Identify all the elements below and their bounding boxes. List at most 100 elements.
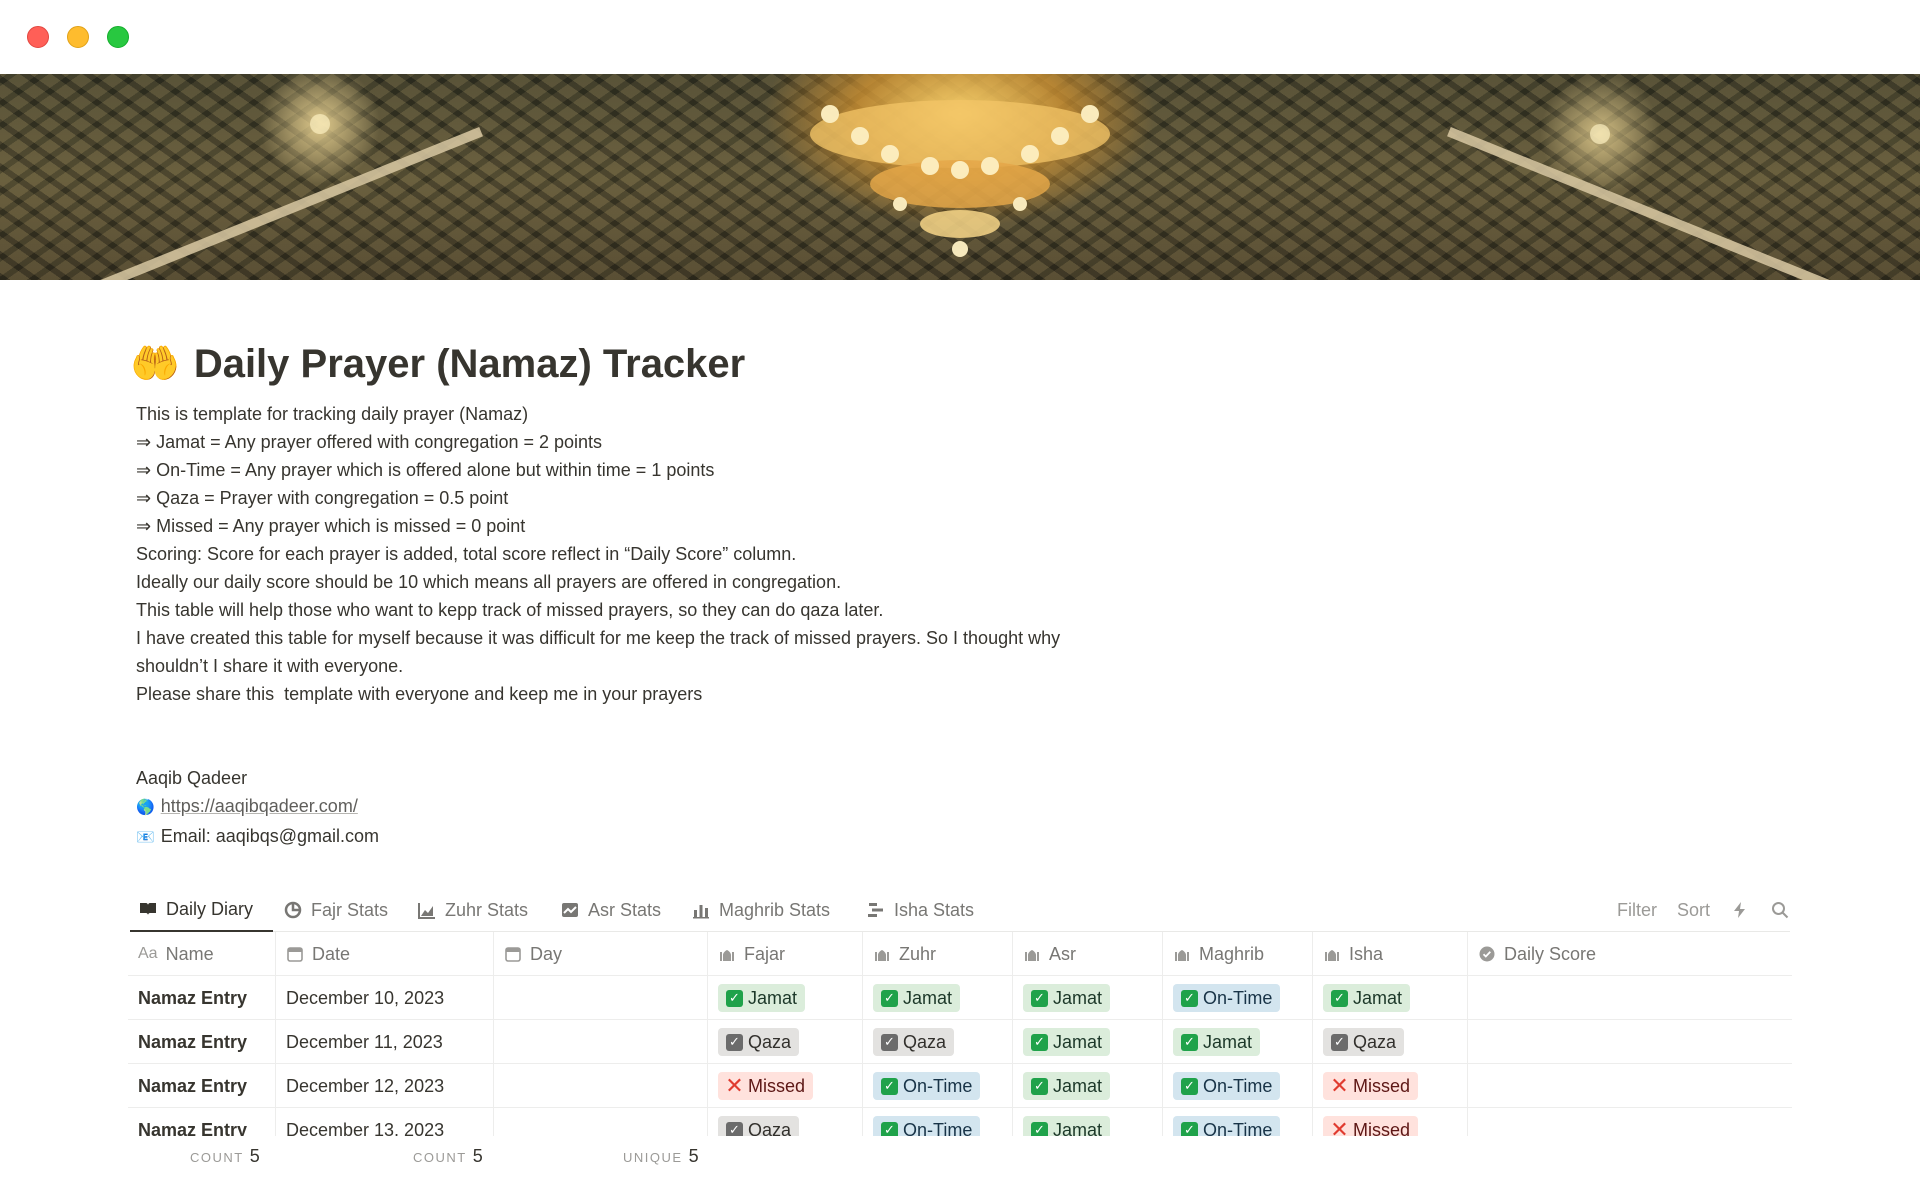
isha-cell[interactable]: ✓ Qaza [1313, 1020, 1468, 1064]
author-name: Aaqib Qadeer [136, 768, 248, 788]
status-tag-label: Jamat [1353, 987, 1403, 1008]
tab-label: Fajr Stats [311, 899, 389, 920]
table-header-row: Aa Name Date Day Fajar Zuhr Asr Maghrib [128, 932, 1792, 976]
status-tag-label: Missed [748, 1075, 806, 1096]
calc-label: COUNT [190, 1150, 244, 1165]
status-tag-label: On-Time [903, 1119, 973, 1137]
column-header-asr[interactable]: Asr [1013, 932, 1163, 976]
status-tag-label: Jamat [1053, 1075, 1103, 1096]
status-tag: ✓ On-Time [1173, 1116, 1281, 1136]
table-row[interactable]: Namaz Entry December 12, 2023 ✕ Missed ✓ On-T… [128, 1064, 1792, 1108]
column-header-maghrib[interactable]: Maghrib [1163, 932, 1313, 976]
status-tag-label: On-Time [903, 1075, 973, 1096]
status-tag: ✓ Jamat [873, 984, 961, 1012]
column-header-date[interactable]: Date [276, 932, 494, 976]
fajar-cell[interactable]: ✓ Qaza [708, 1020, 863, 1064]
tab-zuhr-stats[interactable]: Zuhr Stats [409, 888, 536, 932]
calendar-icon [287, 947, 303, 962]
database-view-tabs: Daily Diary Fajr Stats Zuhr Stats Asr St… [130, 888, 1790, 932]
day-cell[interactable] [494, 1108, 708, 1136]
day-cell[interactable] [494, 1064, 708, 1108]
asr-cell[interactable]: ✓ Jamat [1013, 1020, 1163, 1064]
tab-fajr-stats[interactable]: Fajr Stats [275, 888, 396, 932]
automation-button[interactable] [1730, 900, 1750, 920]
zuhr-cell[interactable]: ✓ Qaza [863, 1020, 1013, 1064]
calc-day-unique[interactable]: UNIQUE 5 [623, 1146, 699, 1170]
mosque-icon [1175, 950, 1189, 961]
status-tag: ✓ On-Time [1173, 984, 1281, 1012]
name-cell[interactable]: Namaz Entry [128, 1064, 276, 1108]
minimize-window-button[interactable] [67, 26, 89, 48]
tab-maghrib-stats[interactable]: Maghrib Stats [683, 888, 838, 932]
column-header-fajar[interactable]: Fajar [708, 932, 863, 976]
tab-asr-stats[interactable]: Asr Stats [552, 888, 669, 932]
fajar-cell[interactable]: ✓ Jamat [708, 976, 863, 1020]
date-cell[interactable]: December 13, 2023 [276, 1108, 494, 1136]
table-row[interactable]: Namaz Entry December 10, 2023 ✓ Jamat ✓ Jamat… [128, 976, 1792, 1020]
table-row[interactable]: Namaz Entry December 13, 2023 ✓ Qaza ✓ On-Tim… [128, 1108, 1792, 1136]
tab-label: Maghrib Stats [719, 899, 831, 920]
day-cell[interactable] [494, 1020, 708, 1064]
maghrib-cell[interactable]: ✓ On-Time [1163, 1064, 1313, 1108]
status-tag: ✓ Jamat [1023, 1028, 1111, 1056]
status-tag: ✕ Missed [718, 1072, 814, 1100]
asr-cell[interactable]: ✓ Jamat [1013, 1108, 1163, 1136]
daily-score-cell[interactable] [1468, 1108, 1792, 1136]
table-row[interactable]: Namaz Entry December 11, 2023 ✓ Qaza ✓ Qaza ✓ J… [128, 1020, 1792, 1064]
close-window-button[interactable] [27, 26, 49, 48]
status-tag-label: Jamat [903, 987, 953, 1008]
daily-score-cell[interactable] [1468, 1020, 1792, 1064]
isha-cell[interactable]: ✕ Missed [1313, 1108, 1468, 1136]
column-header-daily-score[interactable]: Daily Score [1468, 932, 1792, 976]
isha-cell[interactable]: ✕ Missed [1313, 1064, 1468, 1108]
check-box-icon: ✓ [1031, 1121, 1048, 1136]
search-button[interactable] [1770, 900, 1790, 920]
calc-name-count[interactable]: COUNT 5 [190, 1146, 260, 1170]
column-header-isha[interactable]: Isha [1313, 932, 1468, 976]
zuhr-cell[interactable]: ✓ Jamat [863, 976, 1013, 1020]
date-cell[interactable]: December 12, 2023 [276, 1064, 494, 1108]
zuhr-cell[interactable]: ✓ On-Time [863, 1064, 1013, 1108]
maghrib-cell[interactable]: ✓ On-Time [1163, 1108, 1313, 1136]
area-chart-icon [418, 903, 435, 919]
tab-daily-diary[interactable]: Daily Diary [130, 888, 273, 932]
maximize-window-button[interactable] [107, 26, 129, 48]
sort-button[interactable]: Sort [1677, 900, 1710, 921]
status-tag: ✓ Jamat [1173, 1028, 1261, 1056]
daily-diary-table: Aa Name Date Day Fajar Zuhr Asr Maghrib [128, 932, 1792, 1136]
daily-score-cell[interactable] [1468, 1064, 1792, 1108]
column-header-zuhr[interactable]: Zuhr [863, 932, 1013, 976]
calc-label: UNIQUE [623, 1150, 683, 1165]
daily-score-cell[interactable] [1468, 976, 1792, 1020]
maghrib-cell[interactable]: ✓ Jamat [1163, 1020, 1313, 1064]
day-cell[interactable] [494, 976, 708, 1020]
status-tag: ✓ Jamat [1023, 984, 1111, 1012]
description-line: ⇒ On-Time = Any prayer which is offered … [136, 460, 715, 480]
asr-cell[interactable]: ✓ Jamat [1013, 1064, 1163, 1108]
cover-image [0, 74, 1920, 280]
date-cell[interactable]: December 11, 2023 [276, 1020, 494, 1064]
calendar-icon [505, 947, 521, 962]
status-tag: ✓ On-Time [1173, 1072, 1281, 1100]
column-label: Fajar [744, 943, 786, 964]
name-cell[interactable]: Namaz Entry [128, 976, 276, 1020]
name-cell[interactable]: Namaz Entry [128, 1108, 276, 1136]
check-box-icon: ✓ [881, 989, 898, 1007]
filter-button[interactable]: Filter [1617, 900, 1657, 921]
status-tag-label: Qaza [903, 1031, 947, 1052]
isha-cell[interactable]: ✓ Jamat [1313, 976, 1468, 1020]
date-cell[interactable]: December 10, 2023 [276, 976, 494, 1020]
asr-cell[interactable]: ✓ Jamat [1013, 976, 1163, 1020]
fajar-cell[interactable]: ✓ Qaza [708, 1108, 863, 1136]
column-header-name[interactable]: Aa Name [128, 932, 276, 976]
check-box-icon: ✓ [881, 1077, 898, 1095]
maghrib-cell[interactable]: ✓ On-Time [1163, 976, 1313, 1020]
calc-date-count[interactable]: COUNT 5 [413, 1146, 483, 1170]
tab-isha-stats[interactable]: Isha Stats [858, 888, 982, 932]
column-header-day[interactable]: Day [494, 932, 708, 976]
fajar-cell[interactable]: ✕ Missed [708, 1064, 863, 1108]
name-cell[interactable]: Namaz Entry [128, 1020, 276, 1064]
website-link[interactable]: https://aaqibqadeer.com/ [161, 796, 358, 816]
zuhr-cell[interactable]: ✓ On-Time [863, 1108, 1013, 1136]
check-box-icon: ✓ [1181, 989, 1198, 1007]
